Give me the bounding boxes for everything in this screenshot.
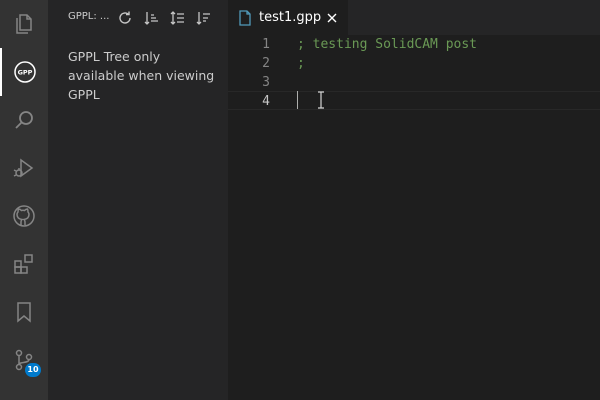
- sort-alpha-button[interactable]: [167, 8, 187, 28]
- tab-label: test1.gpp: [259, 10, 322, 25]
- line-number: 2: [262, 56, 270, 71]
- source-control-button[interactable]: 10: [0, 336, 48, 384]
- bookmarks-button[interactable]: [0, 288, 48, 336]
- close-icon[interactable]: [324, 10, 340, 26]
- line-number: 3: [262, 75, 270, 90]
- files-icon: [16, 14, 32, 34]
- source-control-badge: 10: [25, 363, 41, 377]
- line-number: 1: [262, 37, 270, 52]
- line-number: 4: [262, 94, 270, 109]
- editor: test1.gpp 1 ; testing SolidCAM post 2 ; …: [228, 0, 600, 400]
- editor-tabs: test1.gpp: [228, 0, 600, 35]
- run-debug-icon: [13, 158, 34, 178]
- line-text: ;: [297, 56, 305, 71]
- extensions-icon: [14, 254, 33, 274]
- github-button[interactable]: [0, 192, 48, 240]
- code-area[interactable]: 1 ; testing SolidCAM post 2 ; 3 4: [228, 35, 600, 400]
- run-debug-button[interactable]: [0, 144, 48, 192]
- code-line-current: 4: [228, 91, 600, 110]
- sidebar-header: GPPL: ...: [48, 0, 228, 35]
- sort-descending-button[interactable]: [193, 8, 213, 28]
- sort-ascending-button[interactable]: [141, 8, 161, 28]
- code-line: 3: [228, 73, 600, 92]
- sort-alpha-icon: [170, 11, 184, 25]
- refresh-icon: [119, 11, 131, 24]
- code-line: 2 ;: [228, 54, 600, 73]
- sort-descending-icon: [196, 12, 210, 25]
- gppl-tree-message: GPPL Tree only available when viewing GP…: [68, 49, 215, 102]
- code-line: 1 ; testing SolidCAM post: [228, 35, 600, 54]
- text-cursor: [297, 91, 298, 109]
- gppl-icon: GPP: [14, 61, 36, 83]
- svg-text:GPP: GPP: [18, 69, 33, 77]
- gppl-view-button[interactable]: GPP: [0, 48, 48, 96]
- github-icon: [13, 205, 35, 227]
- ibeam-cursor-icon: [318, 91, 324, 109]
- sidebar-title: GPPL: ...: [68, 11, 110, 22]
- search-button[interactable]: [0, 96, 48, 144]
- refresh-button[interactable]: [115, 8, 135, 28]
- sidebar: GPPL: ... GPPL Tree only available when …: [48, 0, 228, 400]
- file-icon: [239, 10, 251, 26]
- explorer-button[interactable]: [0, 0, 48, 48]
- extensions-button[interactable]: [0, 240, 48, 288]
- sort-ascending-icon: [144, 12, 158, 25]
- activity-bar: GPP 10: [0, 0, 48, 400]
- tab-test1-gpp[interactable]: test1.gpp: [228, 0, 348, 35]
- bookmark-icon: [17, 302, 31, 323]
- search-icon: [15, 111, 33, 129]
- line-text: ; testing SolidCAM post: [297, 37, 478, 52]
